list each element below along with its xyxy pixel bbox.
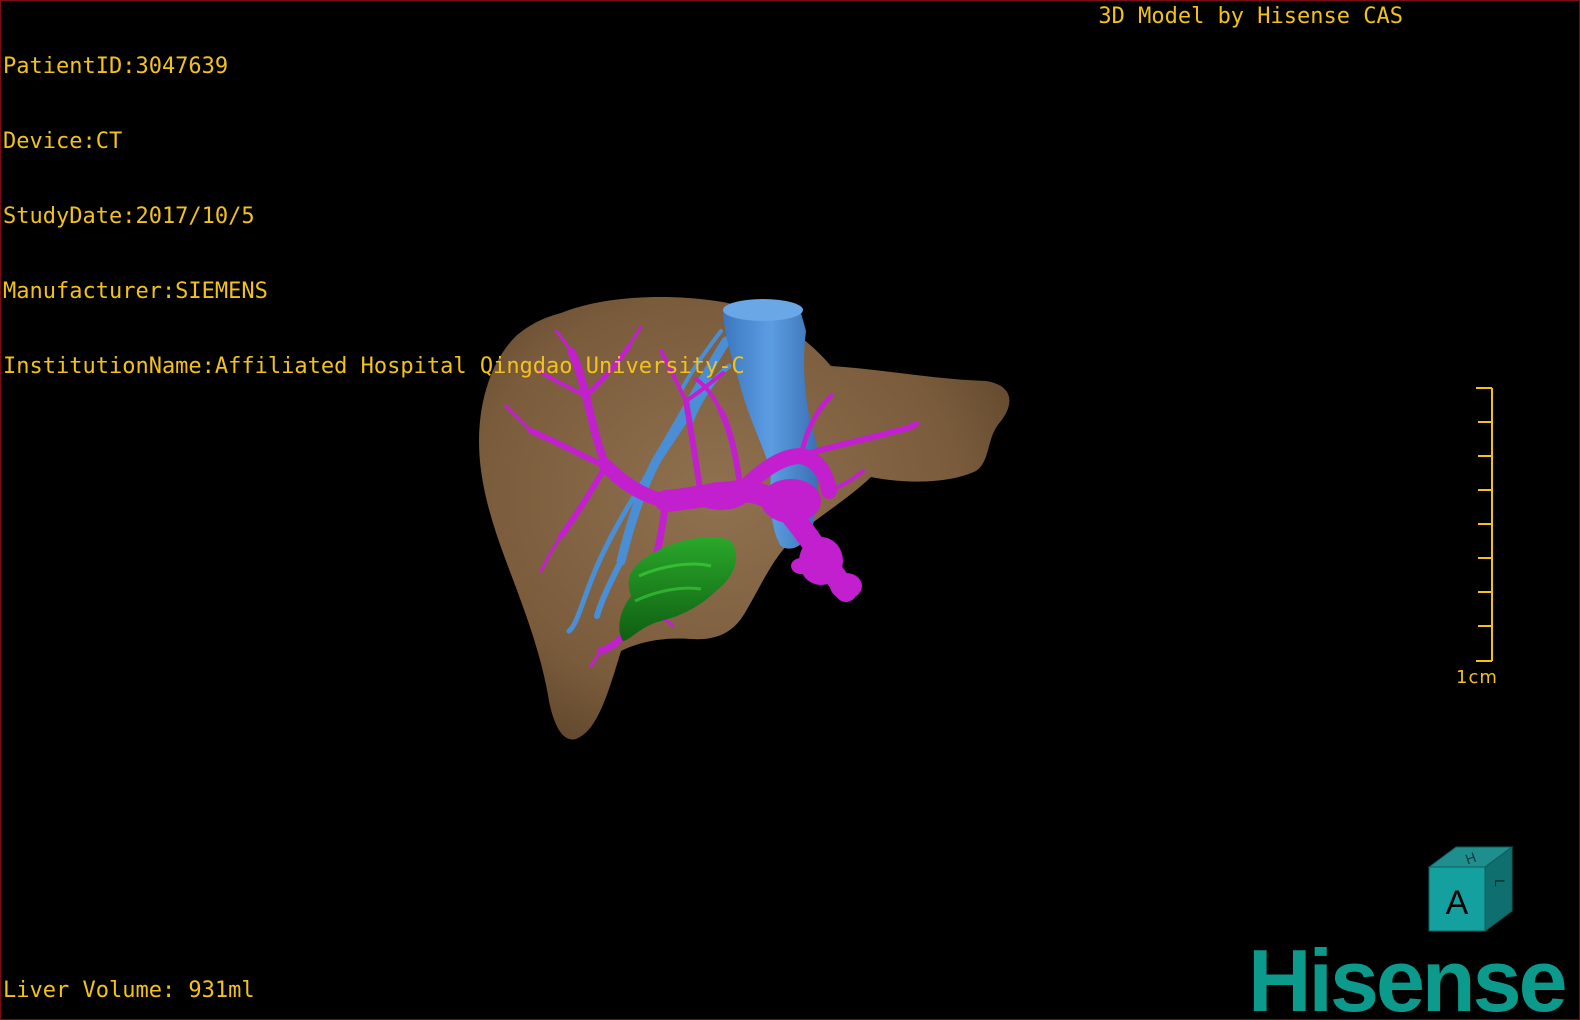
manufacturer-label: Manufacturer:SIEMENS — [3, 279, 268, 304]
model-credit: 3D Model by Hisense CAS — [1098, 4, 1403, 29]
patient-info-panel: PatientID:3047639 Device:CT StudyDate:20… — [3, 4, 745, 429]
institution-label: InstitutionName:Affiliated Hospital Qing… — [3, 354, 745, 379]
cube-front-label: A — [1446, 884, 1469, 922]
liver-volume-label: Liver Volume: 931ml — [3, 978, 255, 1003]
cube-side-label: L — [1492, 879, 1508, 887]
device-label: Device:CT — [3, 129, 123, 154]
hisense-logo: Hisense — [1248, 931, 1568, 1020]
study-date-label: StudyDate:2017/10/5 — [3, 204, 255, 229]
patient-id-label: PatientID:3047639 — [3, 54, 229, 79]
3d-viewport[interactable]: A H L PatientID:3047639 Device:CT StudyD… — [0, 0, 1580, 1020]
scale-bar — [1476, 387, 1493, 662]
orientation-cube[interactable]: A H L — [1427, 846, 1514, 932]
scale-bar-label: 1cm — [1456, 667, 1498, 688]
